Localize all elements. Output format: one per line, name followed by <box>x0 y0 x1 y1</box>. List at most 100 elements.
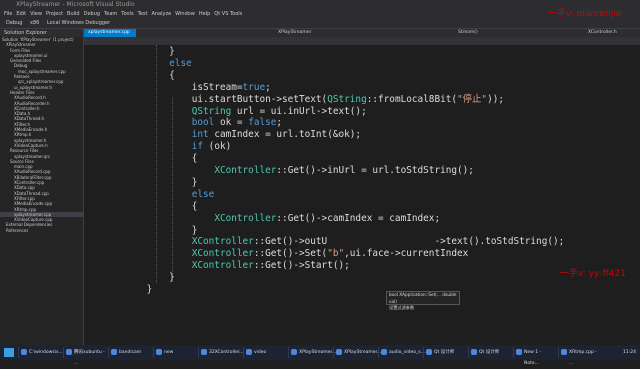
taskbar-clock: 11:24 <box>623 350 636 355</box>
editor-tab[interactable]: Stream() <box>454 29 508 37</box>
code-token: XController <box>191 260 254 272</box>
code-token: ::Get()->outU <box>253 236 328 248</box>
code-token: } <box>124 224 198 236</box>
code-token: false <box>248 117 277 129</box>
solution-explorer-header: Solution Explorer <box>0 29 83 37</box>
taskbar-item[interactable]: new <box>153 347 197 358</box>
code-token: else <box>191 188 215 200</box>
tooltip-description: 设置过滤参数 <box>389 305 415 310</box>
tooltip-signature: bool XApplication::Set(... double val) <box>389 292 457 304</box>
taskbar-item[interactable]: Qt 设计师 <box>423 347 467 358</box>
code-token: XController <box>214 212 277 224</box>
taskbar-item[interactable]: video <box>243 347 287 358</box>
solution-tree-item[interactable]: References <box>0 228 83 233</box>
editor-tab[interactable]: XController.h <box>584 29 640 37</box>
code-text[interactable]: } else { isStream=true; ui.startButton->… <box>84 45 640 345</box>
taskbar: C:\windows\s... 腾讯xubuntu - ... bandicam ne… <box>0 345 640 366</box>
code-token: ->text().toStdString(); <box>434 236 565 248</box>
code-token: ,ui.face->currentIndex <box>344 248 469 260</box>
code-token: ::fromLocal8Bit( <box>366 93 458 105</box>
code-token: url = ui.inUrl->text(); <box>231 105 367 117</box>
code-token: } <box>124 284 153 295</box>
menu-item[interactable]: Edit <box>16 11 26 17</box>
code-token: ; <box>265 81 271 93</box>
menu-item[interactable]: Debug <box>84 11 100 17</box>
code-token: true <box>242 81 266 93</box>
window-title: XPlayStreamer - Microsoft Visual Studio <box>16 1 135 8</box>
window-title-bar: XPlayStreamer - Microsoft Visual Studio <box>0 0 640 10</box>
code-line[interactable]: } <box>124 283 153 297</box>
code-token: } <box>124 272 175 284</box>
menu-item[interactable]: View <box>30 11 42 17</box>
taskbar-item[interactable]: New 1 - Note... <box>513 347 557 366</box>
watermark-right: 一手v: yy-ff421 <box>560 269 626 279</box>
code-token: ::Get()->Start(); <box>253 260 350 272</box>
taskbar-item[interactable]: XPlayStreamer... <box>333 347 381 358</box>
code-token: } <box>124 46 175 57</box>
taskbar-item[interactable]: audio_video_s... <box>378 347 425 358</box>
watermark-top: 一手v: qianrenjie <box>548 9 622 19</box>
code-editor[interactable]: } else { isStream=true; ui.startButton->… <box>84 45 640 345</box>
solution-tree: Solution 'XPlayStreamer' (1 project) XPla… <box>0 37 83 233</box>
menu-item[interactable]: Analyze <box>151 11 171 17</box>
menu-item[interactable]: Build <box>67 11 80 17</box>
menu-item[interactable]: Help <box>199 11 210 17</box>
toolbar: Debug x86 Local Windows Debugger <box>0 19 640 29</box>
code-token: { <box>124 69 175 81</box>
taskbar-item[interactable]: XPlayStreamer... <box>288 347 336 358</box>
taskbar-item[interactable]: 腾讯xubuntu - ... <box>63 347 107 366</box>
code-token: QString <box>327 93 367 105</box>
menu-item[interactable]: File <box>4 11 12 17</box>
taskbar-item[interactable]: 32XController... <box>198 347 244 358</box>
code-token: else <box>169 57 192 69</box>
editor-tab-bar: xplaystreamer.cpp XPlayStreamer Stream() XC… <box>84 29 640 37</box>
code-token: int <box>191 129 209 141</box>
menu-bar: File Edit View Project Build Debug Team Tools Te… <box>0 10 640 19</box>
code-token: ; <box>276 117 283 129</box>
taskbar-item[interactable]: bandicam <box>108 347 152 358</box>
menu-item[interactable]: Qt VS Tools <box>214 11 242 17</box>
code-token: ::Get()->inUrl = url.toStdString(); <box>276 165 474 176</box>
menu-item[interactable]: Tools <box>121 11 133 17</box>
code-token: "停止" <box>457 93 488 105</box>
menu-item[interactable]: Team <box>104 11 117 17</box>
editor-tab[interactable]: XPlayStreamer <box>274 29 328 37</box>
code-token: QString <box>191 105 232 117</box>
code-token: } <box>124 176 198 188</box>
taskbar-item[interactable]: Qt 设计师 <box>468 347 512 358</box>
run-debugger-button[interactable]: Local Windows Debugger <box>47 20 110 26</box>
code-token: { <box>124 153 198 165</box>
code-token: (ok) <box>203 141 232 153</box>
intellisense-tooltip: bool XApplication::Set(... double val) 设… <box>386 291 460 310</box>
taskbar-item[interactable]: C:\windows\s... <box>18 347 63 358</box>
editor-navigation-bar[interactable] <box>84 37 640 45</box>
code-token: isStream= <box>124 81 243 93</box>
menu-item[interactable]: Window <box>175 11 195 17</box>
menu-item[interactable]: Project <box>46 11 63 17</box>
code-token: bool <box>191 117 215 129</box>
code-token: XController <box>214 165 277 176</box>
code-token: camIndex = url.toInt(&ok); <box>208 129 362 141</box>
code-token: "b" <box>327 248 345 260</box>
taskbar-item[interactable]: XRtmp.cpp - ... <box>558 347 602 366</box>
code-token: ::Get()->camIndex = camIndex; <box>276 212 441 224</box>
code-token: XController <box>191 236 254 248</box>
start-button[interactable] <box>4 348 14 357</box>
solution-explorer: Solution Explorer Solution 'XPlayStreame… <box>0 29 84 345</box>
config-select[interactable]: Debug <box>6 20 22 26</box>
platform-select[interactable]: x86 <box>30 20 39 26</box>
menu-item[interactable]: Test <box>138 11 148 17</box>
editor-tab[interactable]: xplaystreamer.cpp <box>84 29 136 37</box>
code-token: )); <box>487 93 505 105</box>
